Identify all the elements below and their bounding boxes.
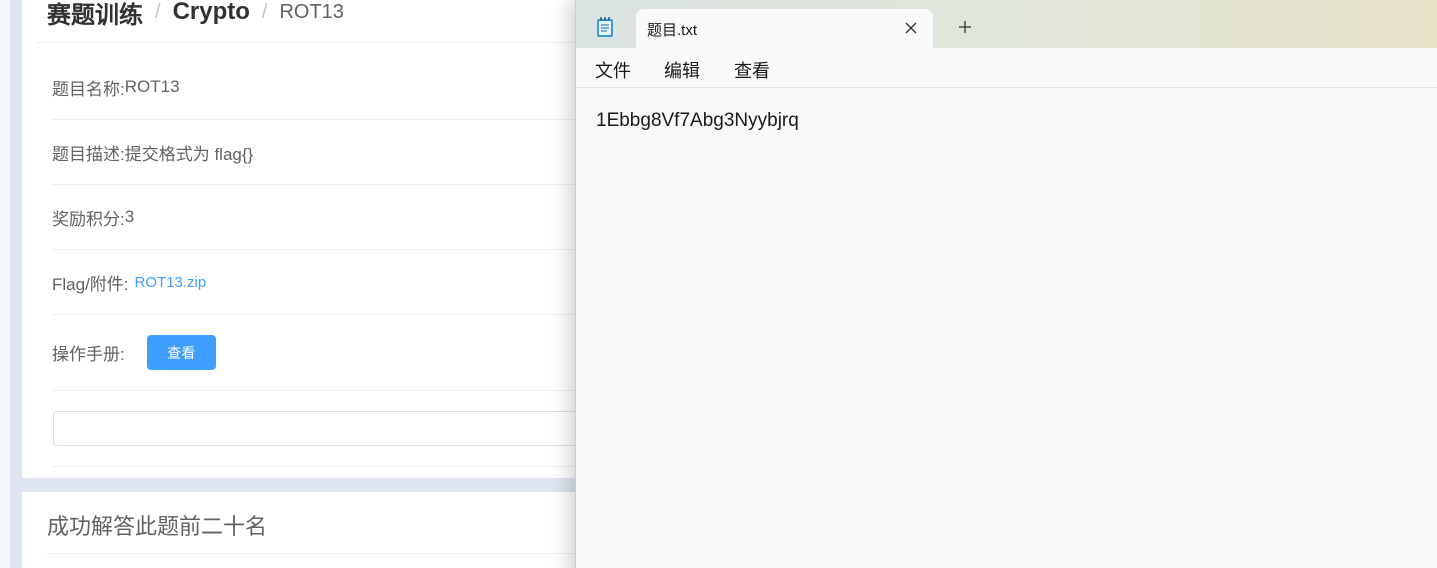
notepad-tab-title: 题目.txt [647, 22, 698, 39]
menu-edit[interactable]: 编辑 [662, 57, 702, 83]
view-manual-button[interactable]: 查看 [146, 335, 216, 370]
attachment-download-link[interactable]: ROT13.zip [135, 274, 207, 291]
notepad-window: 题目.txt 文件 编辑 查看 1Ebbg8Vf7Abg3Nyybjrq [575, 0, 1437, 568]
header-divider [36, 42, 636, 43]
input-divider [52, 466, 642, 467]
manual-label: 操作手册: [52, 345, 125, 364]
challenge-points-label: 奖励积分: [52, 209, 125, 229]
notepad-app-icon [596, 16, 614, 38]
notepad-menubar: 文件 编辑 查看 [576, 48, 1437, 88]
challenge-desc-value: 提交格式为 flag{} [124, 144, 254, 164]
notepad-tab[interactable]: 题目.txt [636, 9, 933, 48]
menu-file[interactable]: 文件 [593, 57, 633, 83]
flag-input[interactable] [53, 411, 642, 446]
left-sidebar-edge [0, 0, 10, 568]
attachment-row: Flag/附件: ROT13.zip [52, 250, 642, 315]
notepad-titlebar[interactable]: 题目.txt [576, 0, 1437, 48]
challenge-name-value: ROT13 [124, 77, 180, 96]
breadcrumb-separator: / [261, 0, 268, 23]
breadcrumb-training[interactable]: 赛题训练 [47, 0, 143, 30]
breadcrumb-current: ROT13 [279, 0, 344, 23]
challenge-name-label: 题目名称: [52, 79, 125, 99]
breadcrumb-separator: / [155, 0, 161, 23]
challenge-desc-row: 题目描述: 提交格式为 flag{} [52, 120, 642, 185]
challenge-points-row: 奖励积分: 3 [52, 185, 642, 250]
notepad-content[interactable]: 1Ebbg8Vf7Abg3Nyybjrq [596, 110, 799, 132]
screen: 赛题训练 / Crypto / ROT13 题目名称: ROT13 题目描述: … [0, 0, 1437, 568]
menu-view[interactable]: 查看 [732, 57, 772, 83]
manual-row: 操作手册: 查看 [52, 315, 642, 391]
breadcrumb-category[interactable]: Crypto [173, 0, 250, 26]
challenge-name-row: 题目名称: ROT13 [52, 55, 642, 120]
challenge-desc-label: 题目描述: [52, 144, 125, 164]
breadcrumb: 赛题训练 / Crypto / ROT13 [47, 0, 344, 30]
attachment-label: Flag/附件: [52, 274, 129, 294]
ranking-title: 成功解答此题前二十名 [47, 514, 268, 539]
close-icon[interactable] [901, 18, 921, 38]
new-tab-plus-icon[interactable] [954, 16, 976, 38]
ranking-divider [47, 553, 637, 554]
notepad-editor[interactable]: 1Ebbg8Vf7Abg3Nyybjrq [576, 89, 1437, 568]
challenge-points-value: 3 [124, 207, 135, 226]
